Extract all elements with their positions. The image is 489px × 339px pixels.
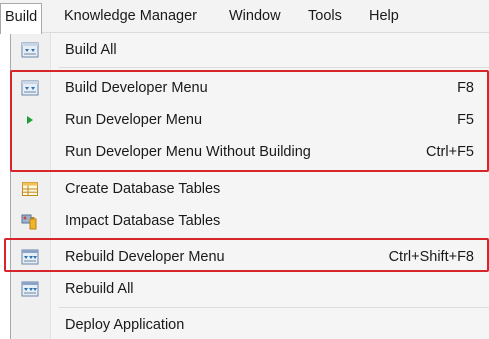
menu-help[interactable]: Help xyxy=(369,3,399,30)
impact-icon xyxy=(21,212,39,230)
build-dropdown-menu: Build All Build Developer Menu F8 Run De… xyxy=(10,33,489,339)
menu-item-shortcut: F8 xyxy=(457,80,474,96)
menu-item-label: Deploy Application xyxy=(65,317,185,333)
menu-item-label: Create Database Tables xyxy=(65,181,221,197)
menu-item-label: Build All xyxy=(65,42,117,58)
menu-item-label: Build Developer Menu xyxy=(65,80,208,96)
menu-item-shortcut: F5 xyxy=(457,112,474,128)
menu-item-label: Run Developer Menu xyxy=(65,112,203,128)
menu-knowledge-manager[interactable]: Knowledge Manager xyxy=(64,3,197,30)
menu-bar: Build Knowledge Manager Window Tools Hel… xyxy=(0,0,489,34)
menu-item-label: Run Developer Menu Without Building xyxy=(65,144,311,160)
menu-build[interactable]: Build xyxy=(0,3,43,34)
build-icon xyxy=(21,41,39,59)
build-icon xyxy=(21,79,39,97)
menu-item-label: Rebuild Developer Menu xyxy=(65,249,225,265)
table-icon xyxy=(21,180,39,198)
menu-tools[interactable]: Tools xyxy=(308,3,342,30)
menu-item-build-developer-menu[interactable]: Build Developer Menu F8 xyxy=(11,72,489,104)
menu-item-deploy-application[interactable]: Deploy Application xyxy=(11,309,489,339)
menu-item-build-all[interactable]: Build All xyxy=(11,34,489,66)
menu-item-rebuild-all[interactable]: Rebuild All xyxy=(11,273,489,305)
rebuild-icon xyxy=(21,280,39,298)
menu-item-label: Impact Database Tables xyxy=(65,213,221,229)
menu-item-create-database-tables[interactable]: Create Database Tables xyxy=(11,173,489,205)
menu-separator xyxy=(59,171,489,172)
run-arrow-icon xyxy=(21,111,39,129)
menu-item-label: Rebuild All xyxy=(65,281,134,297)
application-window: Build Knowledge Manager Window Tools Hel… xyxy=(0,0,489,339)
menu-separator xyxy=(59,307,489,308)
menu-item-shortcut: Ctrl+Shift+F8 xyxy=(388,249,474,265)
menu-item-shortcut: Ctrl+F5 xyxy=(426,144,474,160)
menu-separator xyxy=(59,239,489,240)
menu-separator xyxy=(59,67,489,68)
menu-item-rebuild-developer-menu[interactable]: Rebuild Developer Menu Ctrl+Shift+F8 xyxy=(11,241,489,273)
menu-item-impact-database-tables[interactable]: Impact Database Tables xyxy=(11,205,489,237)
menu-item-run-developer-menu-without-building[interactable]: Run Developer Menu Without Building Ctrl… xyxy=(11,136,489,168)
rebuild-icon xyxy=(21,248,39,266)
menu-item-run-developer-menu[interactable]: Run Developer Menu F5 xyxy=(11,104,489,136)
menu-window[interactable]: Window xyxy=(229,3,281,30)
